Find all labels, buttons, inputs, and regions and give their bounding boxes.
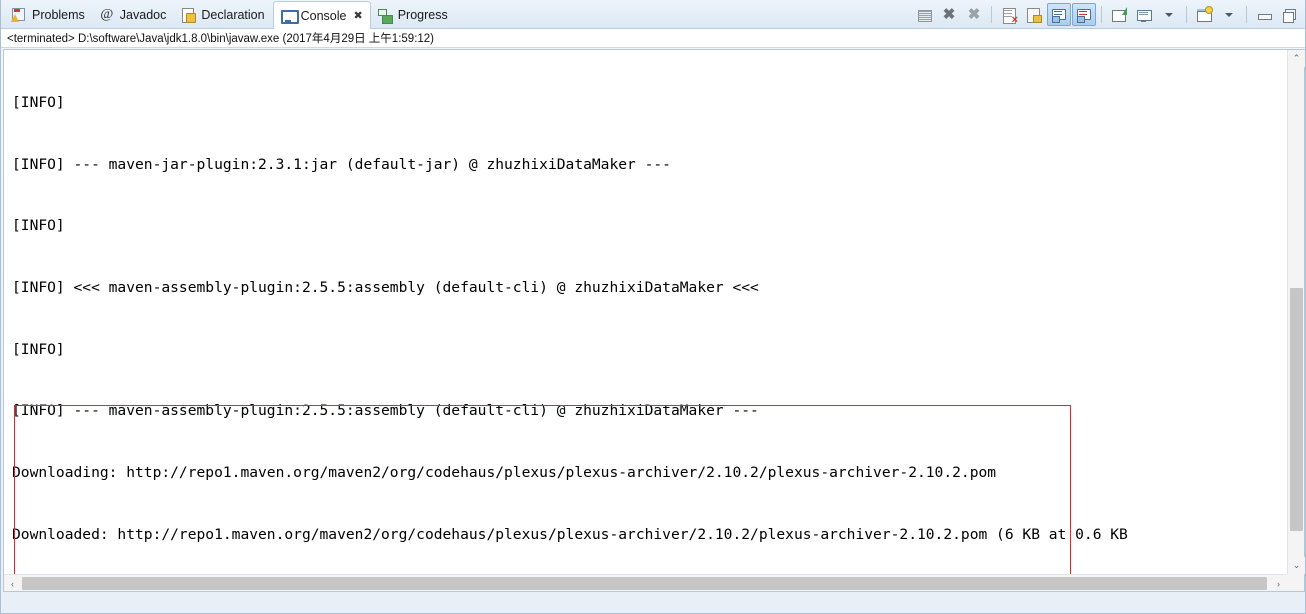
process-status-line: <terminated> D:\software\Java\jdk1.8.0\b… (1, 29, 1305, 48)
vertical-scrollbar-thumb[interactable] (1290, 288, 1303, 531)
tab-declaration-label: Declaration (201, 8, 265, 22)
tab-console-label: Console (300, 8, 347, 23)
scroll-lock-icon (916, 7, 932, 23)
maximize-icon (1281, 7, 1297, 23)
log-line: [INFO] --- maven-assembly-plugin:2.5.5:a… (12, 402, 759, 420)
maximize-button[interactable] (1277, 3, 1301, 26)
remove-all-terminated-icon: ✖ (967, 5, 981, 23)
log-line: Downloading: http://repo1.maven.org/mave… (12, 463, 997, 481)
show-console-on-output-button[interactable] (1047, 3, 1071, 26)
horizontal-scrollbar[interactable]: ‹ › (4, 574, 1304, 591)
chevron-down-icon-2 (1225, 12, 1233, 17)
console-icon (280, 8, 299, 24)
log-line: Downloaded: http://repo1.maven.org/maven… (12, 525, 1128, 543)
javadoc-icon: @ (100, 7, 114, 22)
log-line: [INFO] <<< maven-assembly-plugin:2.5.5:a… (12, 279, 759, 297)
tab-progress[interactable]: Progress (371, 2, 456, 28)
toolbar-separator-2 (1101, 6, 1102, 23)
problems-icon (11, 7, 27, 23)
remove-all-launches-button[interactable] (1022, 3, 1046, 26)
vertical-scrollbar[interactable]: ⌃ ⌄ (1287, 50, 1305, 574)
remove-launch-icon (1001, 7, 1018, 25)
declaration-icon (180, 7, 197, 23)
new-console-view-dropdown[interactable] (1217, 3, 1241, 26)
display-selected-console-button[interactable] (1132, 3, 1156, 26)
view-tab-bar: Problems @ Javadoc Declaration Console ✖… (1, 0, 1305, 29)
remove-all-terminated-button[interactable]: ✖ (962, 3, 986, 26)
display-selected-console-dropdown[interactable] (1157, 3, 1181, 26)
scrollbar-corner (1287, 574, 1304, 591)
console-panel: [INFO] [INFO] --- maven-jar-plugin:2.3.1… (3, 49, 1305, 592)
tab-problems[interactable]: Problems (5, 2, 93, 28)
minimize-icon (1256, 7, 1272, 23)
show-console-on-error-icon (1076, 7, 1092, 23)
tab-progress-label: Progress (397, 8, 448, 22)
close-icon[interactable]: ✖ (353, 9, 362, 22)
tab-problems-label: Problems (32, 8, 85, 22)
tab-console[interactable]: Console ✖ (272, 1, 371, 29)
new-console-view-button[interactable] (1192, 3, 1216, 26)
log-line: [INFO] (12, 340, 74, 358)
terminate-icon: ✖ (942, 5, 956, 23)
scroll-left-icon[interactable]: ‹ (4, 575, 21, 592)
display-selected-console-icon (1136, 7, 1152, 23)
scroll-right-icon[interactable]: › (1270, 575, 1287, 592)
console-toolbar: ✖ ✖ (912, 2, 1301, 27)
toolbar-separator-4 (1246, 6, 1247, 23)
console-output-area[interactable]: [INFO] [INFO] --- maven-jar-plugin:2.3.1… (4, 50, 1287, 574)
progress-icon (377, 7, 393, 24)
scroll-down-icon[interactable]: ⌄ (1288, 557, 1305, 574)
toolbar-separator-3 (1186, 6, 1187, 23)
console-log: [INFO] [INFO] --- maven-jar-plugin:2.3.1… (12, 52, 1128, 574)
horizontal-scrollbar-thumb[interactable] (22, 577, 1267, 590)
log-line: [INFO] --- maven-jar-plugin:2.3.1:jar (d… (12, 155, 671, 173)
log-line: [INFO] (12, 217, 74, 235)
eclipse-console-view: Problems @ Javadoc Declaration Console ✖… (0, 0, 1306, 614)
chevron-down-icon (1165, 12, 1173, 17)
remove-all-launches-icon (1026, 7, 1042, 23)
open-console-button[interactable] (1107, 3, 1131, 26)
open-console-icon (1111, 6, 1127, 23)
new-console-view-icon (1196, 5, 1213, 23)
tab-javadoc-label: Javadoc (119, 8, 167, 22)
scroll-up-icon[interactable]: ⌃ (1288, 50, 1305, 67)
show-console-on-output-icon (1051, 7, 1067, 23)
log-line: [INFO] (12, 94, 74, 112)
tab-declaration[interactable]: Declaration (174, 2, 272, 28)
remove-launch-button[interactable] (997, 3, 1021, 26)
scroll-lock-button[interactable] (912, 3, 936, 26)
show-console-on-error-button[interactable] (1072, 3, 1096, 26)
minimize-button[interactable] (1252, 3, 1276, 26)
terminate-button[interactable]: ✖ (937, 3, 961, 26)
tab-javadoc[interactable]: @ Javadoc (93, 2, 175, 28)
toolbar-separator-1 (991, 6, 992, 23)
